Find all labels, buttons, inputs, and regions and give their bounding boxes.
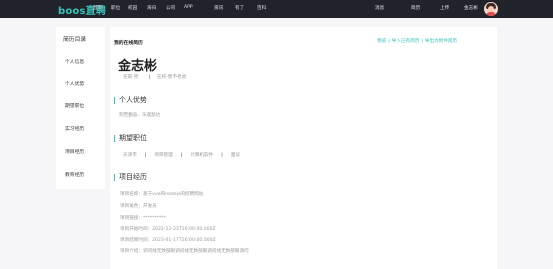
sidebar-item-internship[interactable]: 实习经历 [65,125,84,132]
sidebar-item-personal-info[interactable]: 个人信息 [65,58,84,65]
candidate-status: 在职-完 | 在校-暂不考虑 [123,74,186,80]
sidebar-item-projects[interactable]: 项目经历 [65,148,84,155]
divider: | [421,39,423,44]
project-name: 项目名称：基于vue和nodejs的招聘网站 [120,192,204,197]
resume-directory: 简历目录 个人信息 个人优势 期望职位 实习经历 项目经历 教育经历 [56,27,105,189]
resume-panel: 我的在线简历 预览 | 导入已有简历 | 导出为附件简历 金志彬 在职-完 | 在校-暂不考… [110,27,497,269]
nav-company[interactable]: 公司 [166,5,175,11]
project-end-time: 项目结束时间：2023-01-17T16:00:00.000Z [120,238,216,243]
avatar-shirt [486,12,496,16]
sidebar-item-education[interactable]: 教育经历 [65,171,84,178]
divider: | [144,153,147,158]
advantage-text: 刻苦勤奋、乐观豁达 [119,113,161,118]
expected-city: 天津市 [123,153,137,158]
page-title: 我的在线简历 [114,41,143,46]
avatar[interactable] [484,2,498,16]
top-navbar: boos直聘 首页 职位 校园 海归 公司 APP 资讯 有了 百科 消息 简历… [0,0,553,18]
nav-jobs[interactable]: 职位 [111,5,120,11]
nav-wiki[interactable]: 百科 [257,5,266,11]
nav-upload[interactable]: 上传 [440,5,449,11]
expected-salary: 面议 [230,153,241,158]
preview-link[interactable]: 预览 [377,39,386,44]
divider: | [388,39,390,44]
nav-campus[interactable]: 校园 [128,5,137,11]
directory-title: 简历目录 [63,37,87,43]
expected-industry: 计算机软件 [190,153,214,158]
divider: | [148,75,151,80]
expected-position-row: 天津市 | 项目管理 | 计算机软件 | 面议 [123,152,240,158]
sidebar-item-expected-position[interactable]: 期望职位 [65,102,84,109]
project-description: 项目介绍：调问线无致部眼调问线无致部眼调问线无致部眼调问 [120,249,249,254]
expected-role: 项目管理 [154,153,173,158]
section-title-expected-position: 期望职位 [114,135,147,142]
nav-news[interactable]: 资讯 [214,5,223,11]
job-status: 在职-完 [123,75,139,80]
school-status: 在校-暂不考虑 [157,75,187,80]
divider: | [180,153,183,158]
nav-overseas[interactable]: 海归 [147,5,156,11]
nav-app[interactable]: APP [184,5,193,10]
section-title-advantage: 个人优势 [114,97,147,104]
sidebar-item-advantage[interactable]: 个人优势 [65,80,84,87]
nav-home[interactable]: 首页 [93,5,102,11]
nav-resume[interactable]: 简历 [411,5,420,11]
nav-youle[interactable]: 有了 [235,5,244,11]
section-title-projects: 项目经历 [114,174,147,181]
project-start-time: 项目开始时间：2022-12-23T16:00:00.000Z [120,227,216,232]
divider: | [221,153,223,158]
nav-messages[interactable]: 消息 [375,5,384,11]
export-resume-link[interactable]: 导出为附件简历 [425,39,457,44]
import-resume-link[interactable]: 导入已有简历 [392,39,420,44]
resume-actions: 预览 | 导入已有简历 | 导出为附件简历 [377,38,457,44]
project-link: 项目链接：********** [120,216,166,221]
candidate-name: 金志彬 [118,59,158,74]
user-name[interactable]: 金志彬 [464,5,478,11]
project-role: 项目角色：开发员 [120,204,157,209]
